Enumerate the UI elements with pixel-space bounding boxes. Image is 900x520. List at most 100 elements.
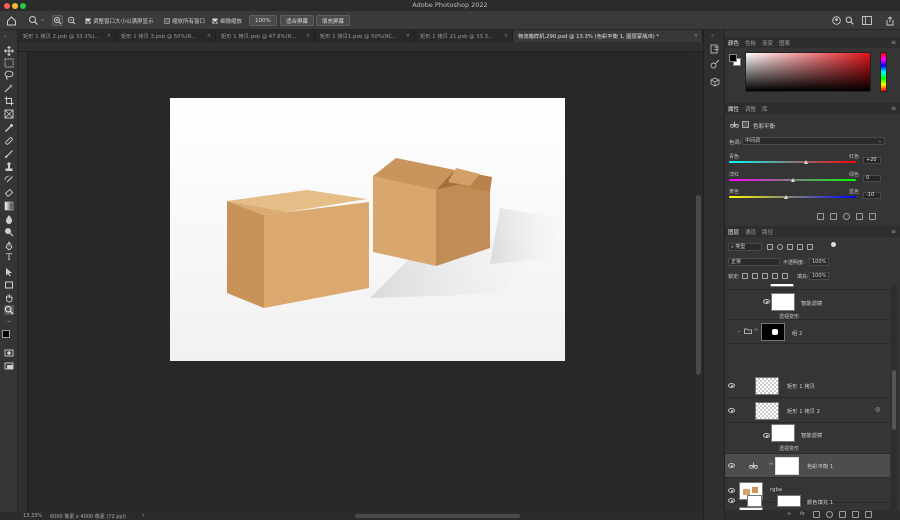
doc-tab[interactable]: 矩形 1 拷贝.psb @ 47.8%(R... × [216, 30, 315, 42]
lock-artboard-icon[interactable] [772, 273, 778, 279]
history-panel-icon[interactable] [710, 44, 720, 54]
cyan-red-thumb[interactable] [804, 160, 808, 164]
type-tool-icon[interactable]: T [4, 253, 14, 263]
filter-toggle-icon[interactable] [831, 242, 836, 247]
doc-tab[interactable]: 矩形 1 拷贝 21.psb @ 33.3... × [415, 30, 513, 42]
tab-adjustments[interactable]: 调整 [745, 105, 756, 113]
eyedropper-tool-icon[interactable] [4, 123, 14, 133]
tab-color[interactable]: 颜色 [728, 39, 739, 47]
fit-screen-button[interactable]: 适合屏幕 [280, 15, 315, 26]
yellow-blue-track[interactable] [729, 196, 856, 198]
panel-color-swatches[interactable] [729, 54, 741, 66]
trash-icon[interactable] [865, 511, 872, 518]
doc-tab[interactable]: 矩形 1 拷贝 3.psb @ 50%(R... × [116, 30, 216, 42]
layer-row-smart-filter[interactable]: 智能滤镜 透视变形 [725, 290, 890, 320]
layer-row-color-balance[interactable]: ∞ 色彩平衡 1 [725, 454, 890, 478]
zoom-out-button[interactable] [66, 15, 77, 26]
collapse-panels-icon[interactable]: « [711, 33, 714, 39]
magenta-green-thumb[interactable] [791, 178, 795, 182]
layer-row-smart-object[interactable]: 矩形 1 拷贝 2 ◎ [725, 399, 890, 423]
share-icon[interactable] [885, 16, 895, 26]
lock-position-icon[interactable] [762, 273, 768, 279]
fill-input[interactable]: 100% [809, 272, 829, 280]
doc-tab[interactable]: 矩形 1 拷贝 2.psb @ 33.3%(... × [18, 30, 116, 42]
visibility-eye-icon[interactable] [763, 299, 770, 304]
new-adjustment-icon[interactable] [826, 511, 833, 518]
tab-libraries[interactable]: 库 [762, 105, 768, 113]
3d-panel-icon[interactable] [710, 77, 720, 87]
panel-menu-icon[interactable]: ≡ [891, 39, 896, 46]
cyan-red-track[interactable] [729, 161, 856, 163]
collapse-toolbar-icon[interactable]: » [4, 34, 7, 40]
crop-tool-icon[interactable] [4, 96, 14, 106]
layer-row-smart-object[interactable]: 矩形 1 拷贝 [725, 374, 890, 398]
status-menu-arrow[interactable]: › [142, 512, 144, 519]
layer-filter-select[interactable]: ⌕ 类型 [728, 243, 762, 251]
horizontal-scrollbar-thumb[interactable] [355, 514, 520, 518]
visibility-eye-icon[interactable] [763, 433, 770, 438]
zoom-in-button[interactable] [52, 15, 63, 26]
cyan-red-value[interactable]: +20 [863, 157, 881, 164]
clip-to-layer-icon[interactable] [817, 213, 824, 220]
lock-transparency-icon[interactable] [742, 273, 748, 279]
tab-layers[interactable]: 图层 [728, 228, 739, 236]
visibility-toggle-icon[interactable] [856, 213, 863, 220]
marquee-tool-icon[interactable] [4, 58, 14, 68]
blend-mode-select[interactable]: 正常 [728, 258, 780, 266]
workspace-icon[interactable] [862, 16, 872, 25]
screen-mode-icon[interactable] [4, 361, 14, 371]
tab-swatches[interactable]: 色板 [745, 39, 756, 47]
zoom-readout[interactable]: 13.33% [23, 513, 42, 519]
chevron-down-icon[interactable]: ⌄ [40, 16, 45, 23]
yellow-blue-thumb[interactable] [784, 195, 788, 199]
search-icon[interactable] [845, 16, 854, 25]
layer-row-smart-filter[interactable]: 智能滤镜 透视变形 [725, 424, 890, 454]
eraser-tool-icon[interactable] [4, 188, 14, 198]
quick-mask-icon[interactable] [4, 348, 14, 358]
tab-patterns[interactable]: 图案 [779, 39, 790, 47]
brush-settings-panel-icon[interactable] [710, 59, 720, 69]
smart-filter-icon[interactable]: ◎ [875, 406, 880, 413]
lock-all-icon[interactable] [782, 273, 788, 279]
close-tab-icon[interactable]: × [694, 33, 698, 39]
pen-tool-icon[interactable] [4, 241, 14, 251]
brush-tool-icon[interactable] [4, 149, 14, 159]
resize-windows-checkbox[interactable] [85, 17, 91, 24]
vertical-scrollbar-thumb[interactable] [696, 195, 701, 375]
view-previous-icon[interactable] [830, 213, 837, 220]
dodge-tool-icon[interactable] [4, 227, 14, 237]
yellow-blue-value[interactable]: -10 [863, 192, 881, 199]
panel-menu-icon[interactable]: ≡ [891, 105, 896, 112]
shape-filter-icon[interactable] [797, 244, 803, 250]
zoom-100-button[interactable]: 100% [249, 15, 277, 26]
tab-gradients[interactable]: 渐变 [762, 39, 773, 47]
link-layers-icon[interactable]: ∞ [787, 511, 791, 517]
layers-scrollbar-thumb[interactable] [892, 370, 896, 430]
healing-brush-tool-icon[interactable] [4, 136, 14, 146]
visibility-eye-icon[interactable] [728, 408, 735, 413]
hue-slider[interactable] [880, 52, 887, 92]
tab-channels[interactable]: 通道 [745, 228, 756, 236]
zoom-all-windows-checkbox[interactable] [164, 17, 170, 24]
resize-windows-option[interactable]: 调整窗口大小以满屏显示 [85, 15, 154, 26]
magenta-green-value[interactable]: 0 [863, 175, 881, 182]
scrubby-zoom-checkbox[interactable] [212, 17, 218, 24]
lasso-tool-icon[interactable] [4, 70, 14, 80]
visibility-eye-icon[interactable] [728, 463, 735, 468]
mask-icon[interactable] [742, 121, 749, 128]
more-tools-icon[interactable]: ··· [5, 318, 12, 326]
pixel-filter-icon[interactable] [767, 244, 773, 250]
fx-icon[interactable]: fx [800, 511, 805, 517]
layer-row-color-fill[interactable]: 颜色填充 1 [725, 493, 890, 509]
close-tab-icon[interactable]: × [306, 33, 310, 39]
panel-menu-icon[interactable]: ≡ [891, 228, 896, 235]
layer-row-group[interactable]: ⌄ ∞ 组 2 [725, 320, 890, 344]
close-tab-icon[interactable]: × [504, 33, 508, 39]
tone-select[interactable]: 中间调 ⌄ [742, 137, 885, 145]
fill-screen-button[interactable]: 填充屏幕 [316, 15, 351, 26]
zoom-all-windows-option[interactable]: 缩放所有窗口 [164, 15, 205, 26]
color-swatches[interactable] [2, 330, 16, 344]
close-tab-icon[interactable]: × [107, 33, 111, 39]
hand-tool-icon[interactable] [4, 293, 14, 303]
visibility-eye-icon[interactable] [728, 498, 735, 503]
